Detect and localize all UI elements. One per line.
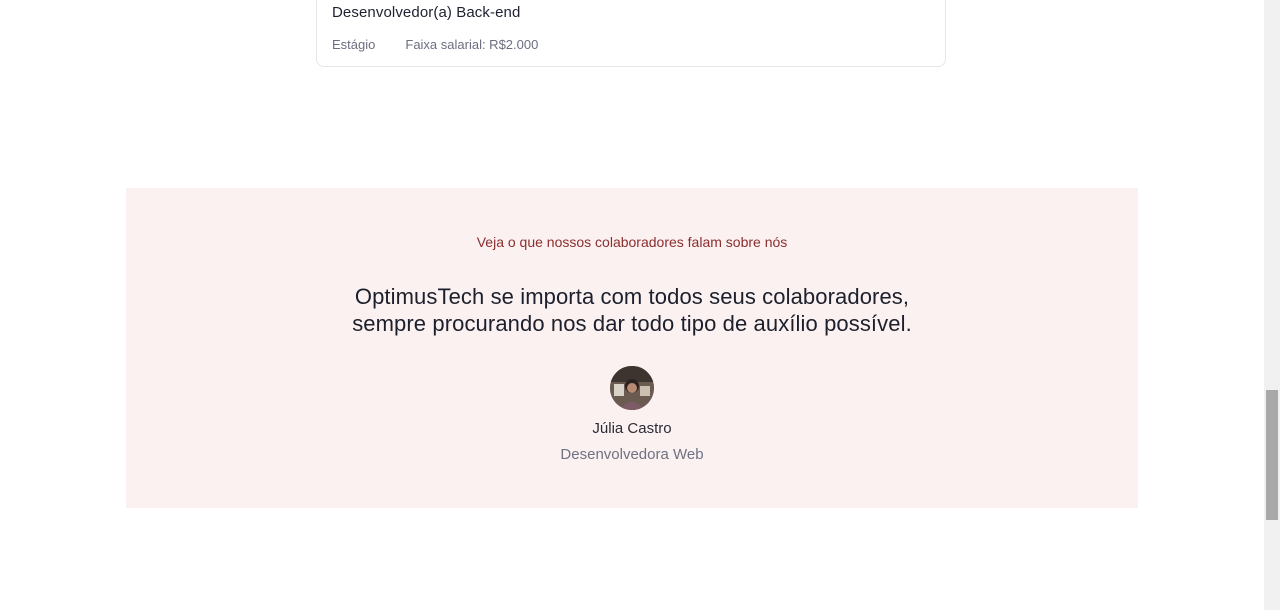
- avatar: [610, 366, 654, 410]
- testimonial-quote: OptimusTech se importa com todos seus co…: [126, 283, 1138, 337]
- job-salary: Faixa salarial: R$2.000: [405, 37, 539, 52]
- testimonial-quote-line-1: OptimusTech se importa com todos seus co…: [354, 284, 910, 309]
- testimonial-kicker: Veja o que nossos colaboradores falam so…: [476, 234, 788, 250]
- testimonial-quote-line-2: sempre procurando nos dar todo tipo de a…: [352, 311, 912, 336]
- job-title[interactable]: Desenvolvedor(a) Back-end: [332, 4, 520, 21]
- page: Desenvolvedor(a) Back-end Estágio Faixa …: [0, 0, 1280, 610]
- author-name: Júlia Castro: [592, 420, 672, 437]
- job-type: Estágio: [332, 37, 376, 52]
- job-card[interactable]: Desenvolvedor(a) Back-end Estágio Faixa …: [316, 0, 946, 67]
- testimonial-section: Veja o que nossos colaboradores falam so…: [126, 188, 1138, 508]
- author-role: Desenvolvedora Web: [560, 446, 704, 463]
- scrollbar-thumb[interactable]: [1266, 390, 1278, 520]
- job-meta: Estágio Faixa salarial: R$2.000: [332, 37, 538, 52]
- page-content: Desenvolvedor(a) Back-end Estágio Faixa …: [0, 0, 1264, 610]
- vertical-scrollbar[interactable]: [1264, 0, 1280, 610]
- avatar-photo: [610, 366, 654, 410]
